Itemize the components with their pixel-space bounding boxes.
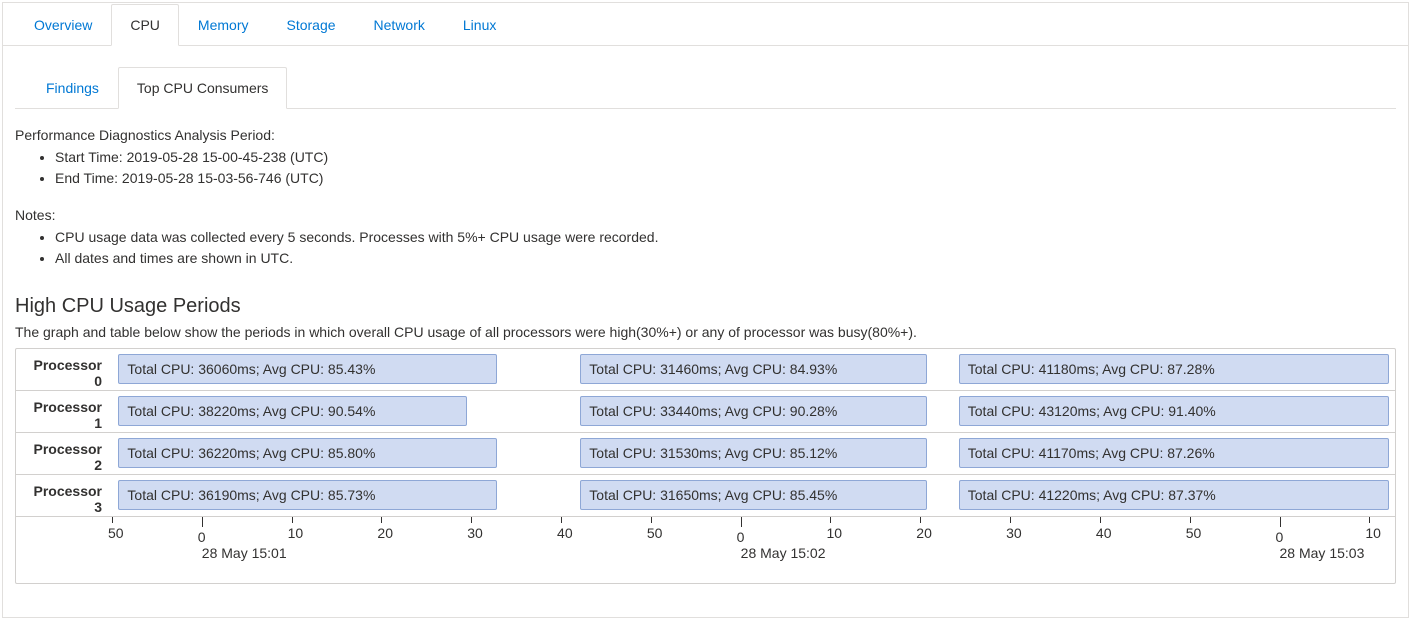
processor-row: Processor 3Total CPU: 36190ms; Avg CPU: … bbox=[16, 475, 1395, 517]
axis-tick: 30 bbox=[1010, 517, 1026, 541]
processor-label: Processor 3 bbox=[16, 475, 112, 516]
tab-linux[interactable]: Linux bbox=[444, 4, 515, 46]
cpu-period-bar[interactable]: Total CPU: 41170ms; Avg CPU: 87.26% bbox=[959, 438, 1389, 468]
axis-tick: 20 bbox=[381, 517, 397, 541]
processor-lane: Total CPU: 36190ms; Avg CPU: 85.73% Total… bbox=[112, 475, 1395, 516]
cpu-period-bar[interactable]: Total CPU: 33440ms; Avg CPU: 90.28% bbox=[580, 396, 926, 426]
main-tabs: OverviewCPUMemoryStorageNetworkLinux bbox=[3, 3, 1408, 46]
page-container: OverviewCPUMemoryStorageNetworkLinux Fin… bbox=[2, 2, 1409, 618]
note-item: All dates and times are shown in UTC. bbox=[55, 248, 1396, 269]
axis-tick: 40 bbox=[1100, 517, 1116, 541]
tab-network[interactable]: Network bbox=[355, 4, 444, 46]
axis-tick: 20 bbox=[920, 517, 936, 541]
axis-tick: 0 bbox=[202, 517, 210, 545]
cpu-period-bar[interactable]: Total CPU: 31460ms; Avg CPU: 84.93% bbox=[580, 354, 926, 384]
time-axis-row: 50 0 10 20 30 40 50 0 10 20 30 40 50 0 10 28 May 15:01 2… bbox=[16, 517, 1395, 583]
processor-lane: Total CPU: 38220ms; Avg CPU: 90.54% Total… bbox=[112, 391, 1395, 432]
cpu-period-bar[interactable]: Total CPU: 31650ms; Avg CPU: 85.45% bbox=[580, 480, 926, 510]
axis-date-label: 28 May 15:01 bbox=[202, 545, 287, 561]
axis-tick: 40 bbox=[561, 517, 577, 541]
axis-spacer bbox=[16, 517, 112, 583]
axis-tick: 10 bbox=[830, 517, 846, 541]
cpu-period-bar[interactable]: Total CPU: 38220ms; Avg CPU: 90.54% bbox=[118, 396, 467, 426]
axis-tick: 30 bbox=[471, 517, 487, 541]
processor-row: Processor 1Total CPU: 38220ms; Avg CPU: … bbox=[16, 391, 1395, 433]
axis-tick: 50 bbox=[651, 517, 667, 541]
notes-list: CPU usage data was collected every 5 sec… bbox=[15, 227, 1396, 269]
axis-date-label: 28 May 15:02 bbox=[741, 545, 826, 561]
high-cpu-desc: The graph and table below show the perio… bbox=[15, 324, 1396, 340]
high-cpu-title: High CPU Usage Periods bbox=[15, 295, 1396, 318]
axis-tick: 10 bbox=[292, 517, 308, 541]
axis-tick: 10 bbox=[1369, 517, 1385, 541]
processor-timeline-table: Processor 0Total CPU: 36060ms; Avg CPU: … bbox=[15, 348, 1396, 584]
notes-heading: Notes: bbox=[15, 207, 1396, 223]
subtab-findings[interactable]: Findings bbox=[27, 67, 118, 109]
analysis-end-time: End Time: 2019-05-28 15-03-56-746 (UTC) bbox=[55, 168, 1396, 189]
axis-date-label: 28 May 15:03 bbox=[1280, 545, 1365, 561]
axis-tick: 0 bbox=[1280, 517, 1288, 545]
subtab-top-cpu-consumers[interactable]: Top CPU Consumers bbox=[118, 67, 288, 109]
processor-label: Processor 0 bbox=[16, 349, 112, 390]
axis-tick: 50 bbox=[112, 517, 128, 541]
processor-row: Processor 2Total CPU: 36220ms; Avg CPU: … bbox=[16, 433, 1395, 475]
analysis-start-time: Start Time: 2019-05-28 15-00-45-238 (UTC… bbox=[55, 147, 1396, 168]
cpu-period-bar[interactable]: Total CPU: 41180ms; Avg CPU: 87.28% bbox=[959, 354, 1389, 384]
cpu-period-bar[interactable]: Total CPU: 36190ms; Avg CPU: 85.73% bbox=[118, 480, 496, 510]
axis-tick: 50 bbox=[1190, 517, 1206, 541]
note-item: CPU usage data was collected every 5 sec… bbox=[55, 227, 1396, 248]
axis-tick: 0 bbox=[741, 517, 749, 545]
sub-tabs: FindingsTop CPU Consumers bbox=[15, 66, 1396, 109]
tab-storage[interactable]: Storage bbox=[267, 4, 354, 46]
tab-overview[interactable]: Overview bbox=[15, 4, 111, 46]
time-axis: 50 0 10 20 30 40 50 0 10 20 30 40 50 0 10 28 May 15:01 2… bbox=[112, 517, 1395, 583]
analysis-period-list: Start Time: 2019-05-28 15-00-45-238 (UTC… bbox=[15, 147, 1396, 189]
processor-row: Processor 0Total CPU: 36060ms; Avg CPU: … bbox=[16, 349, 1395, 391]
processor-lane: Total CPU: 36220ms; Avg CPU: 85.80% Total… bbox=[112, 433, 1395, 474]
processor-label: Processor 1 bbox=[16, 391, 112, 432]
tab-cpu[interactable]: CPU bbox=[111, 4, 179, 46]
cpu-period-bar[interactable]: Total CPU: 36060ms; Avg CPU: 85.43% bbox=[118, 354, 496, 384]
cpu-period-bar[interactable]: Total CPU: 41220ms; Avg CPU: 87.37% bbox=[959, 480, 1389, 510]
cpu-period-bar[interactable]: Total CPU: 43120ms; Avg CPU: 91.40% bbox=[959, 396, 1389, 426]
processor-lane: Total CPU: 36060ms; Avg CPU: 85.43% Total… bbox=[112, 349, 1395, 390]
cpu-period-bar[interactable]: Total CPU: 31530ms; Avg CPU: 85.12% bbox=[580, 438, 926, 468]
processor-label: Processor 2 bbox=[16, 433, 112, 474]
cpu-period-bar[interactable]: Total CPU: 36220ms; Avg CPU: 85.80% bbox=[118, 438, 496, 468]
analysis-period-heading: Performance Diagnostics Analysis Period: bbox=[15, 127, 1396, 143]
content-area: FindingsTop CPU Consumers Performance Di… bbox=[3, 66, 1408, 584]
tab-memory[interactable]: Memory bbox=[179, 4, 268, 46]
